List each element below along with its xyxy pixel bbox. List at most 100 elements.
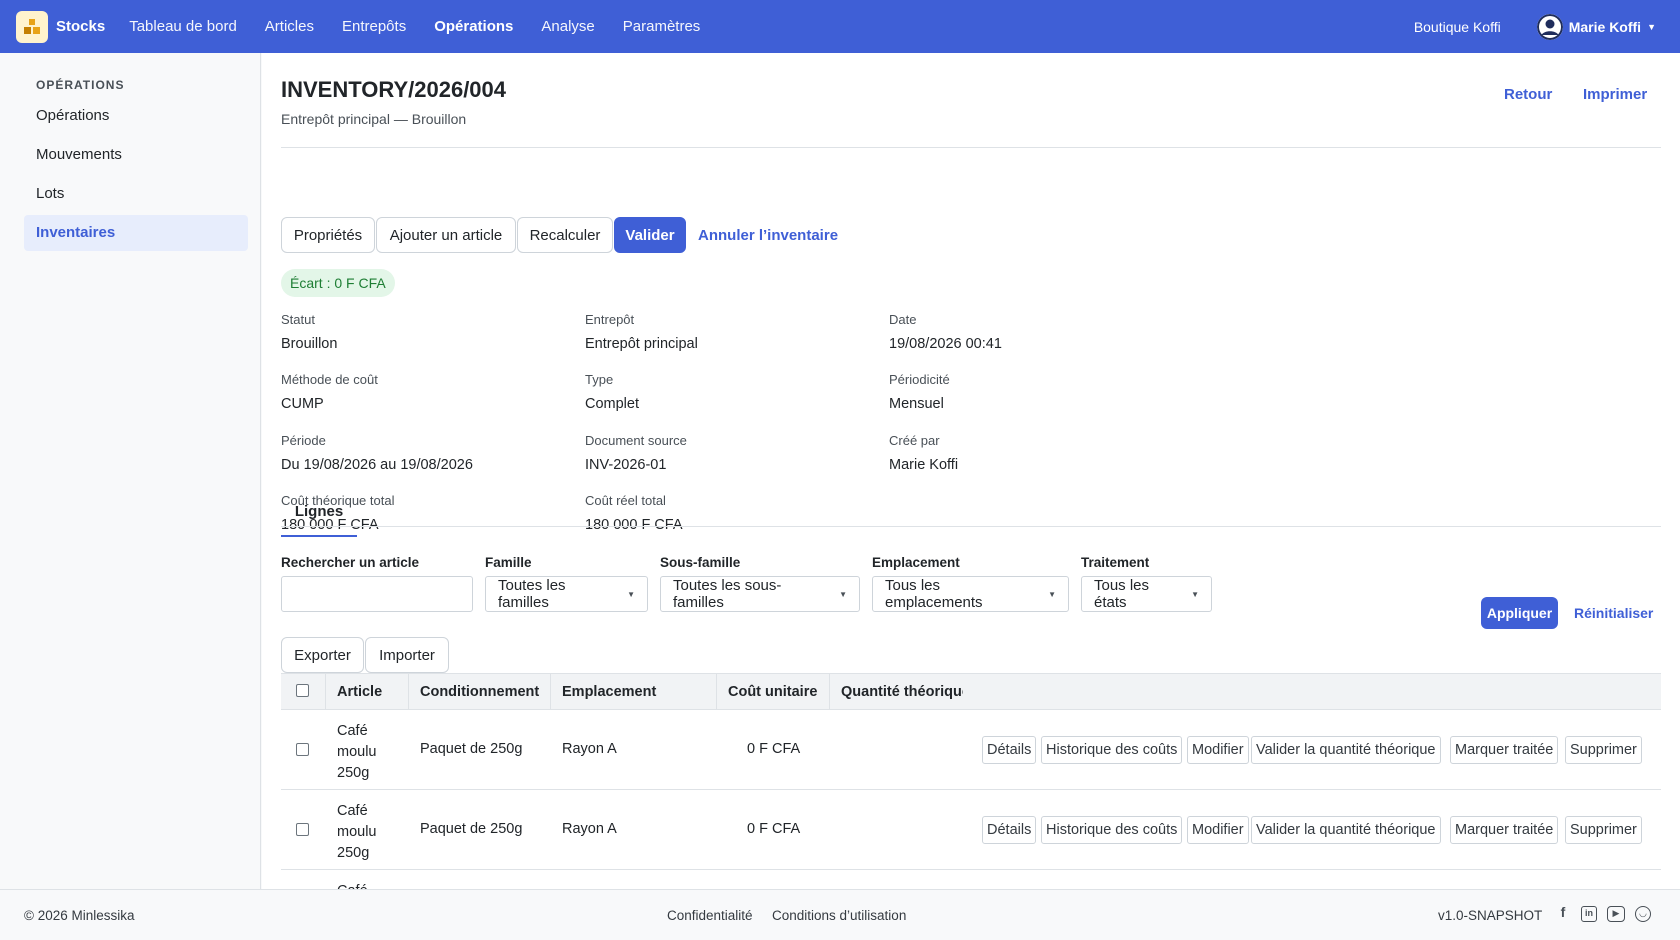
field-date: Date 19/08/2026 00:41	[889, 312, 1002, 352]
family-select[interactable]: Toutes les familles ▼	[485, 576, 648, 612]
field-warehouse: Entrepôt Entrepôt principal	[585, 312, 698, 352]
row-checkbox[interactable]	[296, 743, 309, 756]
col-article[interactable]: Article	[326, 674, 409, 710]
validate-qty-button[interactable]: Valider la quantité théorique	[1251, 736, 1441, 764]
facebook-icon[interactable]: f	[1555, 905, 1571, 922]
field-real-cost: Coût réel total 180 000 F CFA	[585, 493, 683, 533]
privacy-link[interactable]: Confidentialité	[667, 908, 753, 923]
user-menu[interactable]: Marie Koffi ▼	[1536, 13, 1656, 40]
shop-selector[interactable]: Boutique Koffi	[1414, 19, 1501, 35]
gap-badge: Écart : 0 F CFA	[281, 269, 395, 297]
col-unit-cost[interactable]: Coût unitaire	[717, 674, 830, 710]
top-navbar: Stocks Tableau de bord Articles Entrepôt…	[0, 0, 1680, 53]
recalculate-button[interactable]: Recalculer	[517, 217, 613, 253]
tab-divider	[281, 526, 1661, 527]
validate-qty-button[interactable]: Valider la quantité théorique	[1251, 816, 1441, 844]
github-icon[interactable]: ◡	[1635, 906, 1651, 922]
nav-link-analysis[interactable]: Analyse	[541, 18, 594, 35]
sidebar-item-inventories[interactable]: Inventaires	[24, 215, 248, 251]
user-avatar-icon	[1536, 13, 1563, 40]
apply-filters-button[interactable]: Appliquer	[1481, 597, 1558, 629]
col-location[interactable]: Emplacement	[551, 674, 717, 710]
search-input[interactable]	[281, 576, 473, 612]
article-cell: Café	[337, 881, 368, 889]
footer: © 2026 Minlessika Confidentialité Condit…	[0, 889, 1680, 940]
table-header: Article Conditionnement Emplacement Coût…	[281, 673, 1661, 710]
location-cell: Rayon A	[562, 741, 617, 757]
user-name: Marie Koffi	[1568, 18, 1642, 35]
details-button[interactable]: Détails	[982, 816, 1037, 844]
col-theoretical-qty[interactable]: Quantité théorique	[830, 674, 963, 710]
tab-lines[interactable]: Lignes	[281, 497, 357, 537]
brand-logo-icon	[16, 10, 48, 43]
location-select[interactable]: Tous les emplacements ▼	[872, 576, 1069, 612]
cost-history-button[interactable]: Historique des coûts	[1041, 816, 1183, 844]
brand[interactable]: Stocks	[16, 10, 106, 43]
inventory-lines-table: Article Conditionnement Emplacement Coût…	[281, 673, 1661, 889]
main-content: INVENTORY/2026/004 Entrepôt principal — …	[262, 53, 1680, 889]
table-row: Café moulu 250g Paquet de 250g Rayon A 0…	[281, 790, 1661, 870]
add-article-button[interactable]: Ajouter un article	[376, 217, 516, 253]
table-row: Café moulu 250g Paquet de 250g Rayon A 0…	[281, 710, 1661, 790]
cancel-inventory-link[interactable]: Annuler l’inventaire	[698, 227, 838, 244]
select-all-cell	[281, 674, 326, 710]
linkedin-icon[interactable]: in	[1581, 906, 1597, 922]
location-cell: Rayon A	[562, 821, 617, 837]
treatment-select[interactable]: Tous les états ▼	[1081, 576, 1212, 612]
sidebar-item-operations[interactable]: Opérations	[24, 98, 248, 134]
delete-button[interactable]: Supprimer	[1565, 816, 1642, 844]
brand-name: Stocks	[56, 18, 106, 35]
field-period: Période Du 19/08/2026 au 19/08/2026	[281, 433, 473, 473]
back-link[interactable]: Retour	[1504, 86, 1552, 103]
chevron-down-icon: ▼	[1191, 589, 1199, 599]
details-button[interactable]: Détails	[982, 736, 1037, 764]
export-button[interactable]: Exporter	[281, 637, 364, 673]
nav-link-settings[interactable]: Paramètres	[623, 18, 701, 35]
chevron-down-icon: ▼	[1048, 589, 1056, 599]
field-created-by: Créé par Marie Koffi	[889, 433, 959, 473]
packaging-cell: Paquet de 250g	[420, 821, 523, 837]
main-nav: Tableau de bord Articles Entrepôts Opéra…	[129, 18, 728, 35]
nav-link-operations[interactable]: Opérations	[434, 18, 513, 35]
edit-button[interactable]: Modifier	[1187, 816, 1249, 844]
field-type: Type Complet	[585, 372, 639, 412]
nav-link-warehouses[interactable]: Entrepôts	[342, 18, 406, 35]
article-cell: Café moulu 250g	[337, 723, 377, 781]
version-label: v1.0-SNAPSHOT	[1438, 908, 1543, 923]
nav-link-dashboard[interactable]: Tableau de bord	[129, 18, 237, 35]
sidebar: OPÉRATIONS Opérations Mouvements Lots In…	[0, 53, 261, 889]
chevron-down-icon: ▼	[839, 589, 847, 599]
copyright: © 2026 Minlessika	[24, 908, 135, 923]
col-packaging[interactable]: Conditionnement	[409, 674, 551, 710]
edit-button[interactable]: Modifier	[1187, 736, 1249, 764]
print-link[interactable]: Imprimer	[1583, 86, 1647, 103]
chevron-down-icon: ▼	[627, 589, 635, 599]
unit-cost-cell: 0 F CFA	[747, 741, 801, 757]
field-periodicity: Périodicité Mensuel	[889, 372, 950, 412]
youtube-icon[interactable]: ▶	[1607, 906, 1625, 922]
cost-history-button[interactable]: Historique des coûts	[1041, 736, 1183, 764]
unit-cost-cell: 0 F CFA	[747, 821, 801, 837]
reset-filters-link[interactable]: Réinitialiser	[1574, 605, 1653, 621]
packaging-cell: Paquet de 250g	[420, 741, 523, 757]
mark-treated-button[interactable]: Marquer traitée	[1450, 816, 1559, 844]
field-cost-method: Méthode de coût CUMP	[281, 372, 378, 412]
sidebar-item-lots[interactable]: Lots	[24, 176, 248, 212]
subfamily-label: Sous-famille	[660, 555, 741, 570]
select-all-checkbox[interactable]	[296, 684, 309, 697]
mark-treated-button[interactable]: Marquer traitée	[1450, 736, 1559, 764]
row-checkbox[interactable]	[296, 823, 309, 836]
import-button[interactable]: Importer	[365, 637, 449, 673]
subfamily-select[interactable]: Toutes les sous-familles ▼	[660, 576, 860, 612]
article-cell: Café moulu 250g	[337, 803, 377, 861]
sidebar-item-movements[interactable]: Mouvements	[24, 137, 248, 173]
terms-link[interactable]: Conditions d’utilisation	[772, 908, 906, 923]
nav-link-articles[interactable]: Articles	[265, 18, 314, 35]
treatment-label: Traitement	[1081, 555, 1150, 570]
field-status: Statut Brouillon	[281, 312, 338, 352]
properties-button[interactable]: Propriétés	[281, 217, 375, 253]
search-label: Rechercher un article	[281, 555, 420, 570]
delete-button[interactable]: Supprimer	[1565, 736, 1642, 764]
sidebar-heading: OPÉRATIONS	[36, 78, 125, 92]
validate-button[interactable]: Valider	[614, 217, 686, 253]
